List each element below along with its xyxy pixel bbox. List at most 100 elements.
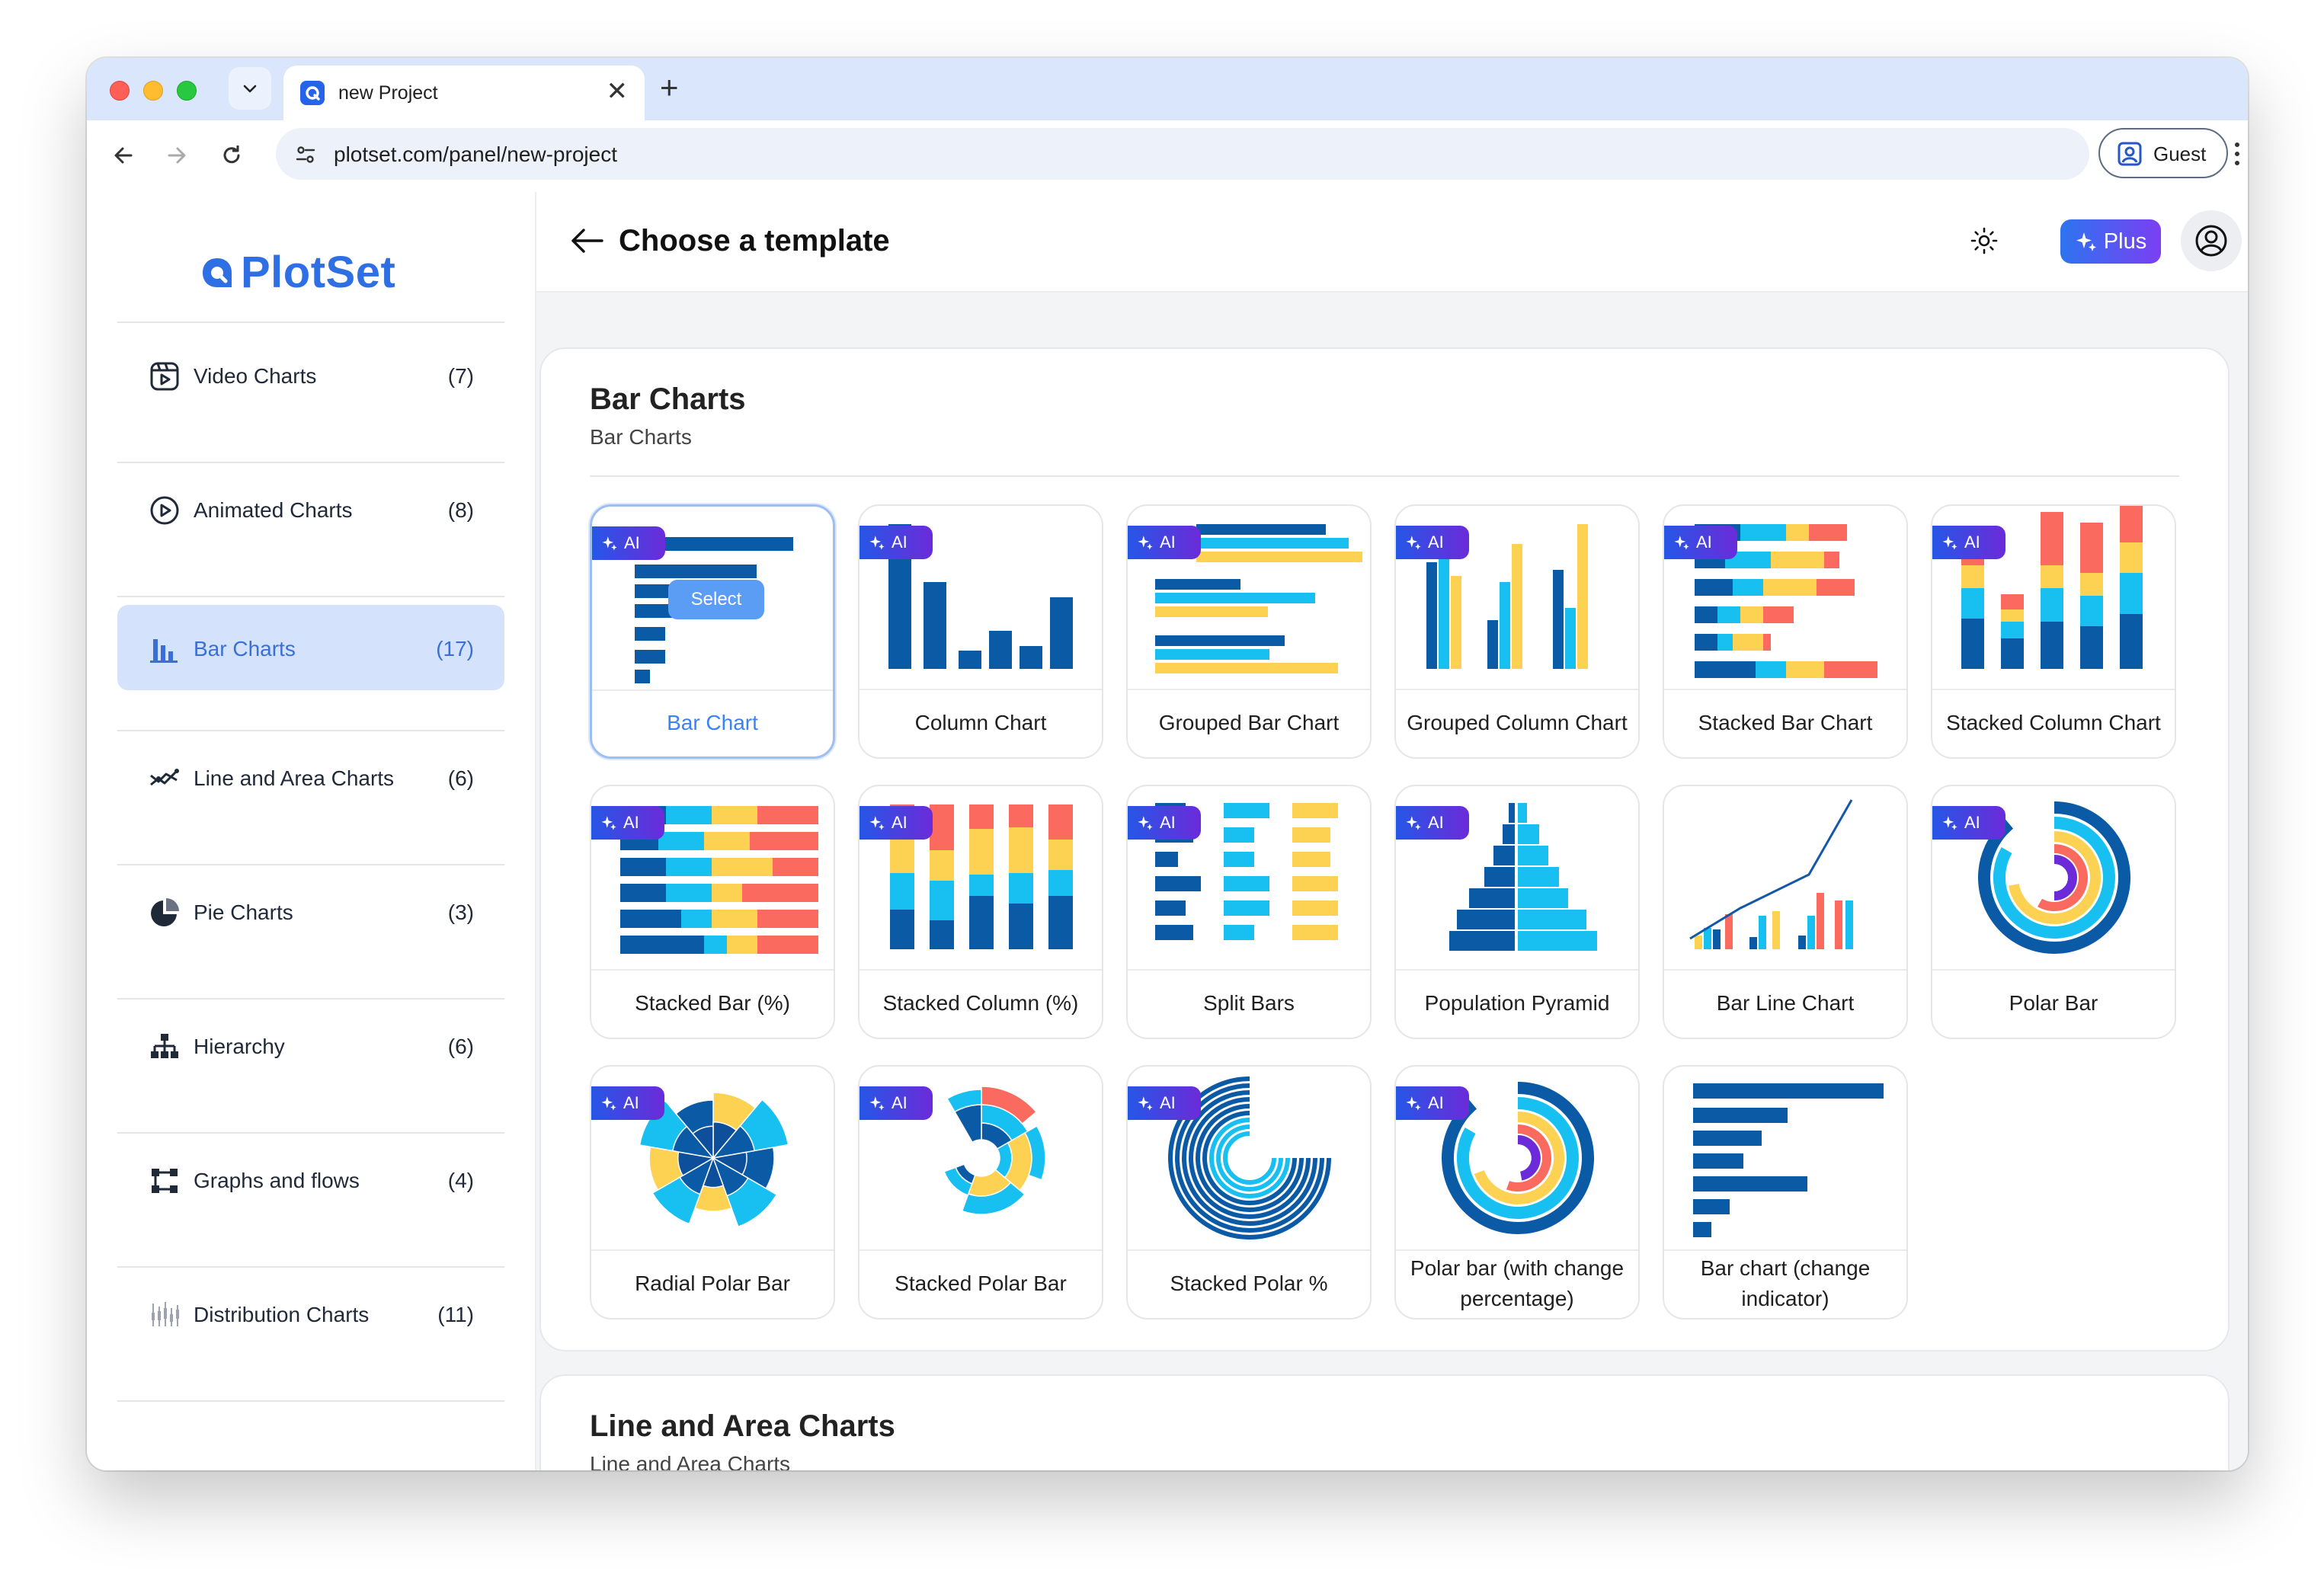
person-badge-icon xyxy=(2118,142,2142,166)
sidebar-item-hierarchy[interactable]: Hierarchy (6) xyxy=(117,1003,504,1088)
card-divider xyxy=(1128,1249,1370,1251)
template-card-stacked-polar[interactable]: Stacked Polar % AI xyxy=(1126,1065,1372,1319)
sidebar-item-graphs-and-flows[interactable]: Graphs and flows (4) xyxy=(117,1137,504,1222)
close-window-button[interactable] xyxy=(110,81,130,101)
template-card-grouped-bar-chart[interactable]: Grouped Bar Chart AI xyxy=(1126,504,1372,759)
sidebar-item-bar-charts[interactable]: Bar Charts (17) xyxy=(117,605,504,690)
card-divider xyxy=(1664,969,1906,971)
sidebar-divider xyxy=(117,864,504,865)
template-card-label: Population Pyramid xyxy=(1424,991,1610,1015)
ai-badge-label: AI xyxy=(623,1093,639,1112)
user-avatar[interactable] xyxy=(2181,210,2242,271)
template-card-label: Grouped Bar Chart xyxy=(1158,711,1340,734)
template-card-polar-bar[interactable]: Polar Bar AI xyxy=(1931,785,2176,1039)
new-tab-button[interactable]: + xyxy=(660,69,679,107)
back-arrow-icon[interactable] xyxy=(568,226,605,256)
chart-thumbnail xyxy=(1693,1083,1884,1237)
ai-badge: AI xyxy=(1396,526,1469,559)
sparkle-icon xyxy=(1138,1096,1153,1111)
plus-label: Plus xyxy=(2103,229,2147,254)
sidebar-item-count: (4) xyxy=(447,1169,474,1192)
sparkle-icon xyxy=(1138,536,1153,550)
sidebar-item-pie-charts[interactable]: Pie Charts (3) xyxy=(117,868,504,954)
profile-button[interactable]: Guest xyxy=(2098,128,2228,178)
template-card-label: Stacked Polar Bar xyxy=(895,1272,1067,1295)
ai-badge-label: AI xyxy=(892,533,908,552)
sidebar-divider xyxy=(117,1132,504,1134)
ai-badge-label: AI xyxy=(1696,533,1712,552)
ai-badge-label: AI xyxy=(892,1093,908,1112)
template-card-bar-chart[interactable]: Bar Chart AI Select xyxy=(590,504,835,759)
template-card-polar-bar-with-change-percentage[interactable]: Polar bar (with change percentage) AI xyxy=(1394,1065,1640,1319)
sparkle-icon xyxy=(869,1096,885,1111)
video-icon xyxy=(148,360,181,393)
template-card-label: Radial Polar Bar xyxy=(635,1272,790,1295)
forward-arrow-icon[interactable] xyxy=(160,139,194,172)
sidebar-item-line-and-area-charts[interactable]: Line and Area Charts (6) xyxy=(117,734,504,820)
template-card-split-bars[interactable]: Split Bars AI xyxy=(1126,785,1372,1039)
sidebar-item-distribution-charts[interactable]: Distribution Charts (11) xyxy=(117,1271,504,1356)
section-subtitle: Line and Area Charts xyxy=(590,1452,791,1470)
maximize-window-button[interactable] xyxy=(177,81,197,101)
sparkle-icon xyxy=(869,816,885,830)
sparkle-icon xyxy=(602,536,617,551)
select-template-button[interactable]: Select xyxy=(668,580,764,619)
ai-badge-label: AI xyxy=(623,813,639,832)
tab-close-icon[interactable]: ✕ xyxy=(607,76,629,107)
card-divider xyxy=(859,969,1102,971)
site-info-icon[interactable] xyxy=(294,143,317,166)
back-arrow-icon[interactable] xyxy=(107,139,140,172)
browser-menu-icon[interactable] xyxy=(2228,137,2246,171)
template-card-stacked-bar[interactable]: Stacked Bar (%) AI xyxy=(590,785,835,1039)
template-card-stacked-column[interactable]: Stacked Column (%) AI xyxy=(858,785,1103,1039)
template-card-stacked-polar-bar[interactable]: Stacked Polar Bar AI xyxy=(858,1065,1103,1319)
card-divider xyxy=(1932,969,2175,971)
sidebar-divider xyxy=(117,1400,504,1402)
template-card-population-pyramid[interactable]: Population Pyramid AI xyxy=(1394,785,1640,1039)
browser-tabbar: new Project ✕ + xyxy=(87,58,2248,120)
address-bar[interactable]: plotset.com/panel/new-project xyxy=(276,128,2089,180)
sidebar-item-animated-charts[interactable]: Animated Charts (8) xyxy=(117,466,504,552)
plotset-favicon-icon xyxy=(300,81,325,105)
template-card-label: Polar Bar xyxy=(2009,991,2098,1015)
card-divider xyxy=(1396,1249,1638,1251)
ai-badge-label: AI xyxy=(1160,1093,1176,1112)
template-card-bar-line-chart[interactable]: Bar Line Chart xyxy=(1663,785,1908,1039)
hierarchy-icon xyxy=(148,1030,181,1064)
plus-upgrade-button[interactable]: Plus xyxy=(2060,219,2161,264)
plotset-logo[interactable]: PlotSet xyxy=(200,247,395,298)
template-card-grouped-column-chart[interactable]: Grouped Column Chart AI xyxy=(1394,504,1640,759)
section-divider xyxy=(590,475,2179,477)
sidebar-item-count: (8) xyxy=(447,498,474,522)
theme-toggle-sun-icon[interactable] xyxy=(1969,226,1999,256)
ai-badge-label: AI xyxy=(892,813,908,832)
card-divider xyxy=(1664,1249,1906,1251)
page-header: Choose a template Plus xyxy=(536,192,2248,293)
sidebar-item-video-charts[interactable]: Video Charts (7) xyxy=(117,332,504,417)
template-card-stacked-bar-chart[interactable]: Stacked Bar Chart AI xyxy=(1663,504,1908,759)
tab-search-button[interactable] xyxy=(229,67,271,110)
sidebar-item-label: Pie Charts xyxy=(194,900,293,924)
sidebar-divider xyxy=(117,730,504,731)
tab-title: new Project xyxy=(338,82,438,104)
sidebar-divider xyxy=(117,321,504,323)
reload-icon[interactable] xyxy=(215,139,248,172)
template-card-label: Stacked Polar % xyxy=(1170,1272,1328,1295)
template-card-stacked-column-chart[interactable]: Stacked Column Chart AI xyxy=(1931,504,2176,759)
ai-badge: AI xyxy=(1128,1086,1201,1120)
browser-window: new Project ✕ + plotset.com/panel/new-pr… xyxy=(87,58,2248,1470)
card-divider xyxy=(1664,689,1906,690)
ai-badge: AI xyxy=(1128,526,1201,559)
sparkle-icon xyxy=(1406,1096,1421,1111)
template-card-radial-polar-bar[interactable]: Radial Polar Bar AI xyxy=(590,1065,835,1319)
template-card-column-chart[interactable]: Column Chart AI xyxy=(858,504,1103,759)
sparkle-icon xyxy=(2076,232,2096,251)
browser-tab[interactable]: new Project ✕ xyxy=(283,66,645,120)
template-card-label: Bar chart (change indicator) xyxy=(1700,1256,1871,1310)
line-chart-icon xyxy=(148,762,181,795)
minimize-window-button[interactable] xyxy=(143,81,163,101)
template-card-bar-chart-change-indicator[interactable]: Bar chart (change indicator) xyxy=(1663,1065,1908,1319)
sparkle-icon xyxy=(1674,536,1689,550)
distribution-icon xyxy=(148,1298,181,1332)
sidebar: PlotSet Video Charts (7) Animated Charts… xyxy=(87,192,536,1470)
